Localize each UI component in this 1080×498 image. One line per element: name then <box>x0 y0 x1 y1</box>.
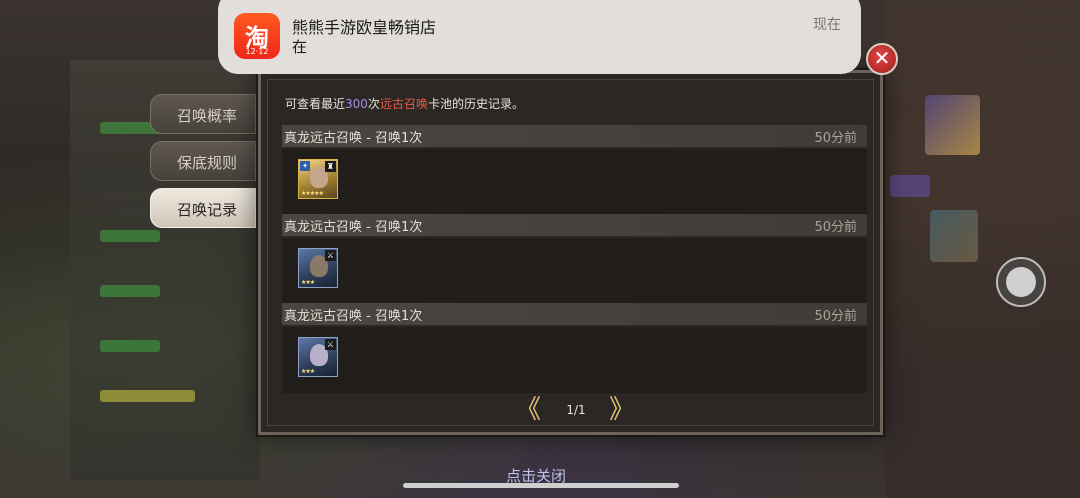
hero-stars: ★★★ <box>301 279 315 286</box>
record-body: ⚔ ★★★ <box>282 327 867 393</box>
tab-summon-probability[interactable]: 召唤概率 <box>150 94 256 134</box>
info-suffix: 卡池的历史记录。 <box>427 97 524 111</box>
records-info-text: 可查看最近300次远古召唤卡池的历史记录。 <box>285 95 524 112</box>
hero-stars: ★★★★★ <box>301 190 324 197</box>
tab-label: 召唤概率 <box>177 107 238 125</box>
notification-title: 熊熊手游欧皇畅销店 <box>292 18 437 37</box>
tab-pity-rules[interactable]: 保底规则 <box>150 141 256 181</box>
taobao-app-icon: 淘 12·12 <box>234 13 280 59</box>
record-header: 真龙远古召唤 - 召唤1次 50分前 <box>282 303 867 325</box>
background-hero-card <box>930 210 978 262</box>
tab-label: 召唤记录 <box>177 201 238 219</box>
hero-rank-icon: ✦ <box>300 161 310 171</box>
prev-page-icon[interactable]: 《 <box>515 396 541 424</box>
info-pool-name: 远古召唤 <box>379 97 428 111</box>
record-body: ✦ ♜ ★★★★★ <box>282 149 867 215</box>
background-hero-card <box>925 95 980 155</box>
record-title: 真龙远古召唤 - 召唤1次 <box>284 309 423 324</box>
hero-class-icon: ⚔ <box>325 339 336 350</box>
notification-time: 现在 <box>813 17 841 33</box>
next-page-icon[interactable]: 》 <box>609 396 635 424</box>
record-time: 50分前 <box>814 309 857 324</box>
record-header: 真龙远古召唤 - 召唤1次 50分前 <box>282 125 867 147</box>
background-right-panel <box>885 0 1080 498</box>
hero-portrait[interactable]: ⚔ ★★★ <box>298 337 338 377</box>
push-notification[interactable]: 淘 12·12 熊熊手游欧皇畅销店 在 现在 <box>218 0 861 74</box>
background-strip <box>100 230 160 242</box>
hero-class-icon: ⚔ <box>325 250 336 261</box>
record-time: 50分前 <box>814 131 857 146</box>
home-indicator[interactable] <box>403 483 679 488</box>
info-mid: 次 <box>367 97 380 111</box>
info-count: 300 <box>345 97 368 111</box>
notification-body: 在 <box>292 38 308 56</box>
page-indicator: 1/1 <box>566 403 586 417</box>
background-strip <box>100 390 195 402</box>
hero-class-icon: ♜ <box>325 161 336 172</box>
background-strip <box>100 285 160 297</box>
summon-records-dialog: 可查看最近300次远古召唤卡池的历史记录。 真龙远古召唤 - 召唤1次 50分前… <box>258 70 883 435</box>
record-time: 50分前 <box>814 220 857 235</box>
tab-summon-records[interactable]: 召唤记录 <box>150 188 256 228</box>
background-badge <box>890 175 930 197</box>
pagination: 《 1/1 》 <box>511 396 641 426</box>
joystick-knob <box>1006 267 1036 297</box>
app-icon-sub: 12·12 <box>245 47 269 56</box>
background-strip <box>100 340 160 352</box>
tab-label: 保底规则 <box>177 154 238 172</box>
hero-portrait[interactable]: ⚔ ★★★ <box>298 248 338 288</box>
record-body: ⚔ ★★★ <box>282 238 867 304</box>
hero-portrait[interactable]: ✦ ♜ ★★★★★ <box>298 159 338 199</box>
record-title: 真龙远古召唤 - 召唤1次 <box>284 220 423 235</box>
record-title: 真龙远古召唤 - 召唤1次 <box>284 131 423 146</box>
hero-stars: ★★★ <box>301 368 315 375</box>
close-icon[interactable]: ✕ <box>866 43 898 75</box>
joystick-button[interactable] <box>996 257 1046 307</box>
info-prefix: 可查看最近 <box>285 97 346 111</box>
record-header: 真龙远古召唤 - 召唤1次 50分前 <box>282 214 867 236</box>
